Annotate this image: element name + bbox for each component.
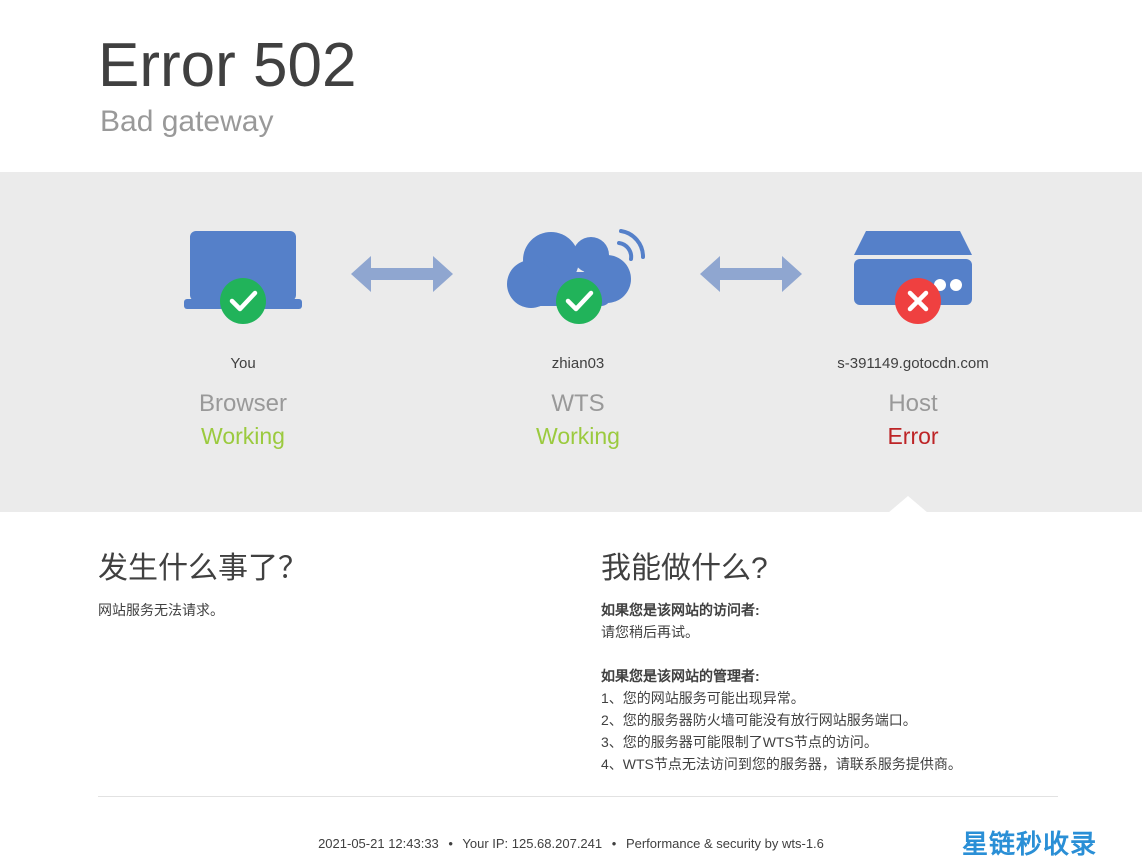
node-role: Host — [888, 390, 938, 417]
node-role: Browser — [198, 390, 288, 417]
admin-item: 1、您的网站服务可能出现异常。 — [601, 690, 805, 706]
wts-node: zhian03 WTS Working — [428, 172, 728, 512]
what-happened-section: 发生什么事了？ 网站服务无法请求。 — [98, 543, 538, 621]
error-subtitle: Bad gateway — [100, 105, 274, 138]
node-status: Working — [201, 423, 285, 449]
admin-title: 如果您是该网站的管理者: — [601, 668, 760, 684]
host-node: s-391149.gotocdn.com Host Error — [763, 172, 1063, 512]
error-pointer — [888, 496, 928, 513]
what-to-do-heading: 我能做什么? — [601, 552, 768, 585]
node-status: Working — [536, 423, 620, 449]
visitor-title: 如果您是该网站的访问者: — [601, 602, 760, 618]
footer-timestamp: 2021-05-21 12:43:33 — [318, 836, 439, 851]
what-to-do-section: 我能做什么? 如果您是该网站的访问者: 请您稍后再试。 如果您是该网站的管理者:… — [601, 543, 1061, 775]
footer-separator: • — [611, 836, 617, 851]
what-happened-text: 网站服务无法请求。 — [98, 602, 224, 618]
footer-divider — [98, 796, 1058, 797]
footer-separator: • — [448, 836, 453, 851]
node-name: You — [230, 355, 256, 372]
admin-item: 3、您的服务器可能限制了WTS节点的访问。 — [601, 734, 878, 750]
watermark-logo: 星链秒收录 — [962, 830, 1098, 860]
status-diagram: You Browser Working zhian03 WTS Working … — [0, 172, 1142, 512]
footer-powered-by: Performance & security by wts-1.6 — [625, 836, 824, 851]
cloud-icon — [428, 227, 728, 337]
browser-node: You Browser Working — [93, 172, 393, 512]
node-status: Error — [887, 423, 939, 449]
error-code-title: Error 502 — [98, 31, 357, 100]
admin-item: 4、WTS节点无法访问到您的服务器，请联系服务提供商。 — [601, 756, 962, 772]
visitor-text: 请您稍后再试。 — [601, 624, 699, 640]
page-header: Error 502 Bad gateway — [0, 0, 1142, 172]
node-name: s-391149.gotocdn.com — [837, 355, 989, 372]
footer-ip: Your IP: 125.68.207.241 — [462, 836, 603, 851]
what-happened-heading: 发生什么事了？ — [98, 552, 308, 585]
admin-item: 2、您的服务器防火墙可能没有放行网站服务端口。 — [601, 712, 917, 728]
node-name: zhian03 — [551, 355, 605, 372]
server-icon — [763, 227, 1063, 337]
laptop-icon — [93, 227, 393, 337]
node-role: WTS — [551, 390, 605, 417]
